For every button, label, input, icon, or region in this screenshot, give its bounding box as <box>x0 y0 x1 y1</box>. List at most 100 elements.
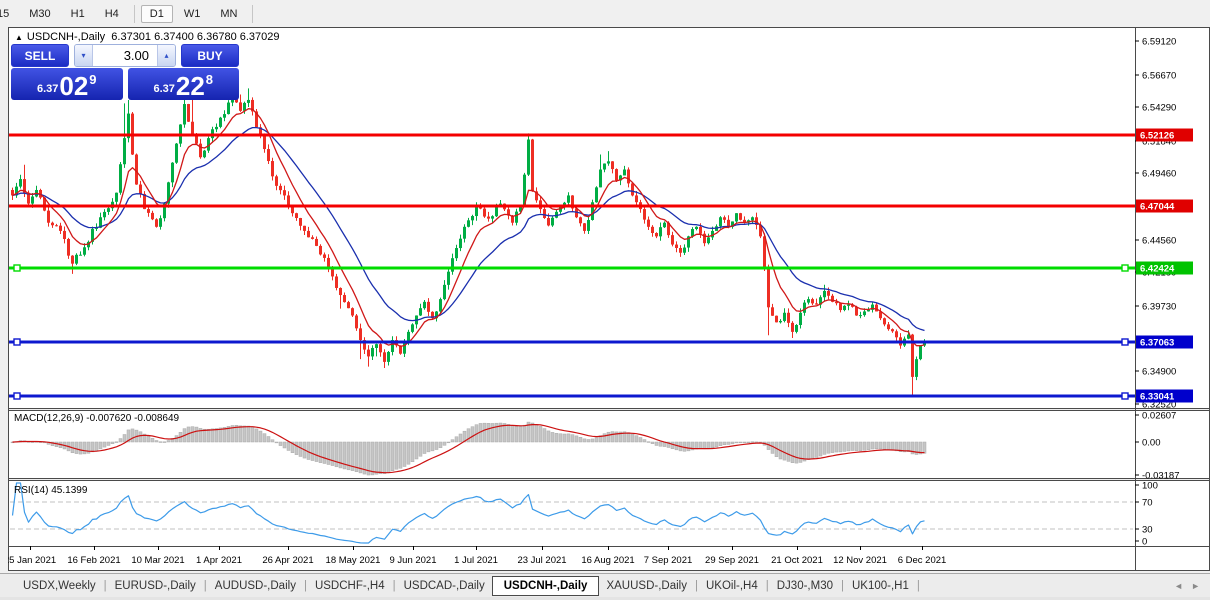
chart-tab-eurusd-daily[interactable]: EURUSD-,Daily <box>108 577 203 595</box>
macd-histogram-bar <box>403 442 406 466</box>
candle-down <box>791 323 794 332</box>
macd-histogram-bar <box>391 442 394 471</box>
chart-tab-usdcad-daily[interactable]: USDCAD-,Daily <box>397 577 492 595</box>
volume-spinner: ▾ 3.00 ▴ <box>74 44 176 67</box>
candle-down <box>675 245 678 248</box>
candle-down <box>379 344 382 352</box>
hline-handle[interactable] <box>1122 339 1128 345</box>
macd-histogram-bar <box>471 427 474 442</box>
macd-histogram-bar <box>279 442 282 446</box>
candle-up <box>371 348 374 356</box>
date-tick-label: 16 Feb 2021 <box>67 555 120 566</box>
timeframe-button-mn[interactable]: MN <box>211 5 246 23</box>
candle-down <box>483 209 486 217</box>
volume-input[interactable]: 3.00 <box>93 45 157 66</box>
macd-histogram-bar <box>239 426 242 442</box>
candle-up <box>115 193 118 202</box>
candle-down <box>627 170 630 184</box>
macd-histogram-bar <box>215 429 218 442</box>
candle-down <box>155 219 158 227</box>
macd-histogram-bar <box>123 434 126 442</box>
date-tick-label: 6 Dec 2021 <box>898 555 947 566</box>
macd-histogram-bar <box>531 423 534 442</box>
candle-up <box>607 161 610 163</box>
candle-up <box>171 163 174 183</box>
candle-down <box>139 185 142 194</box>
hline-handle[interactable] <box>14 339 20 345</box>
macd-histogram-bar <box>783 442 786 460</box>
candle-up <box>795 325 798 332</box>
collapse-triangle-icon[interactable]: ▲ <box>15 33 23 42</box>
chart-tab-xauusd-daily[interactable]: XAUUSD-,Daily <box>599 577 694 595</box>
hline-handle[interactable] <box>14 393 20 399</box>
volume-decrease-icon[interactable]: ▾ <box>75 45 93 66</box>
candle-down <box>71 256 74 264</box>
candle-down <box>815 303 818 304</box>
candle-up <box>227 103 230 115</box>
candle-up <box>455 248 458 258</box>
date-tick-label: 25 Jan 2021 <box>8 555 56 566</box>
macd-histogram-bar <box>639 437 642 442</box>
buy-button[interactable]: BUY <box>181 44 239 67</box>
macd-histogram-bar <box>855 442 858 451</box>
macd-histogram-bar <box>427 442 430 452</box>
candle-down <box>271 161 274 176</box>
macd-histogram-bar <box>859 442 862 451</box>
chart-tab-dj30-m30[interactable]: DJ30-,M30 <box>770 577 840 595</box>
timeframe-button-h4[interactable]: H4 <box>96 5 128 23</box>
macd-histogram-bar <box>591 439 594 442</box>
timeframe-button-d1[interactable]: D1 <box>141 5 173 23</box>
rsi-indicator-label: RSI(14) 45.1399 <box>14 485 87 496</box>
timeframe-button-15[interactable]: 15 <box>0 5 18 23</box>
chart-tab-usdchf-h4[interactable]: USDCHF-,H4 <box>308 577 392 595</box>
tab-scroll-right-icon[interactable]: ► <box>1191 581 1200 591</box>
macd-histogram-bar <box>603 434 606 442</box>
hline-handle[interactable] <box>1122 265 1128 271</box>
macd-histogram-bar <box>583 439 586 442</box>
sell-price-display[interactable]: 6.37 02 9 <box>11 68 123 100</box>
rsi-tick-label: 100 <box>1142 481 1158 492</box>
date-tick-label: 9 Jun 2021 <box>389 555 436 566</box>
buy-price-display[interactable]: 6.37 22 8 <box>128 68 240 100</box>
timeframe-button-h1[interactable]: H1 <box>62 5 94 23</box>
macd-histogram-bar <box>435 442 438 450</box>
macd-histogram-bar <box>399 442 402 468</box>
macd-histogram-bar <box>91 442 94 452</box>
macd-histogram-bar <box>871 442 874 449</box>
timeframe-button-w1[interactable]: W1 <box>175 5 210 23</box>
candle-down <box>579 217 582 223</box>
macd-histogram-bar <box>827 442 830 453</box>
buy-price-pip: 8 <box>206 72 213 87</box>
sell-button[interactable]: SELL <box>11 44 69 67</box>
macd-histogram-bar <box>283 442 286 448</box>
hline-handle[interactable] <box>1122 393 1128 399</box>
macd-histogram-bar <box>659 442 662 446</box>
chart-tab-uk100-h1[interactable]: UK100-,H1 <box>845 577 916 595</box>
candle-down <box>651 227 654 233</box>
macd-histogram-bar <box>419 442 422 456</box>
price-tick-label: 6.44560 <box>1142 236 1176 247</box>
candle-down <box>303 226 306 231</box>
date-tick-label: 21 Oct 2021 <box>771 555 823 566</box>
chart-tab-usdcnh-daily[interactable]: USDCNH-,Daily <box>492 576 600 596</box>
timeframe-button-m30[interactable]: M30 <box>20 5 59 23</box>
candle-down <box>611 161 614 169</box>
macd-histogram-bar <box>491 423 494 442</box>
volume-increase-icon[interactable]: ▴ <box>157 45 175 66</box>
candle-up <box>567 195 570 202</box>
macd-histogram-bar <box>459 434 462 442</box>
candle-down <box>767 268 770 308</box>
macd-histogram-bar <box>147 436 150 442</box>
macd-histogram-bar <box>319 442 322 463</box>
candle-down <box>547 218 550 225</box>
candle-down <box>827 291 830 296</box>
chart-tab-usdx-weekly[interactable]: USDX,Weekly <box>16 577 103 595</box>
candle-up <box>375 344 378 348</box>
candle-down <box>283 190 286 195</box>
hline-handle[interactable] <box>14 265 20 271</box>
candle-down <box>671 235 674 244</box>
chart-tab-audusd-daily[interactable]: AUDUSD-,Daily <box>208 577 303 595</box>
tab-scroll-left-icon[interactable]: ◄ <box>1174 581 1183 591</box>
chart-tab-ukoil-h4[interactable]: UKOil-,H4 <box>699 577 765 595</box>
candle-down <box>67 239 70 256</box>
